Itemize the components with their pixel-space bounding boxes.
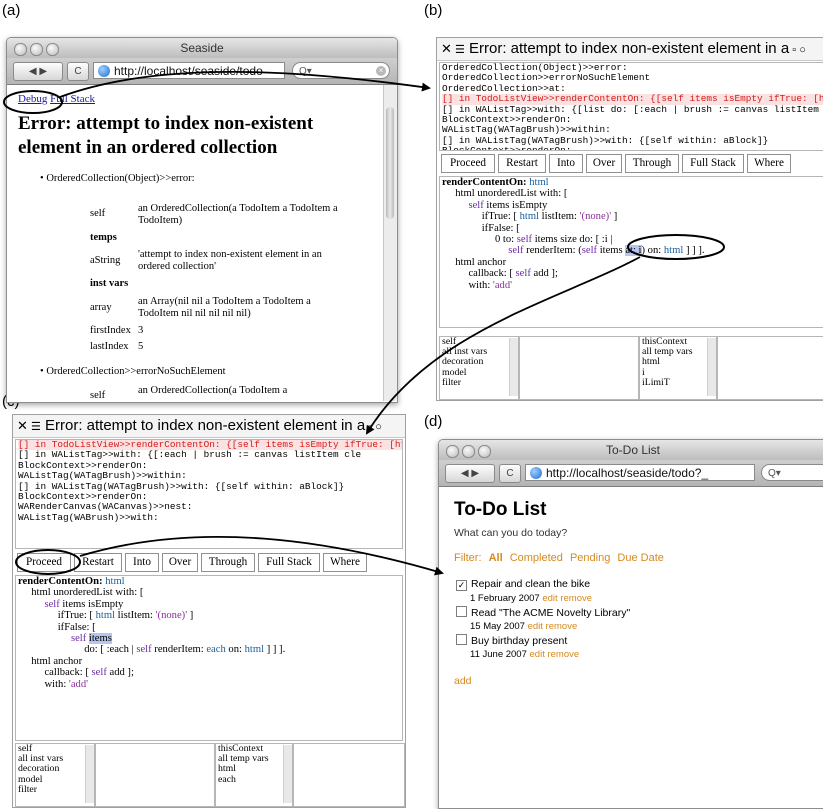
selection-circle [627, 234, 725, 260]
arrow-a-to-b [59, 70, 431, 98]
arrow-b-to-c [365, 256, 641, 435]
proceed-button-circle [15, 549, 81, 575]
debug-link-circle [3, 90, 63, 114]
annotation-overlay [3, 70, 725, 576]
arrow-c-to-d [79, 536, 444, 576]
